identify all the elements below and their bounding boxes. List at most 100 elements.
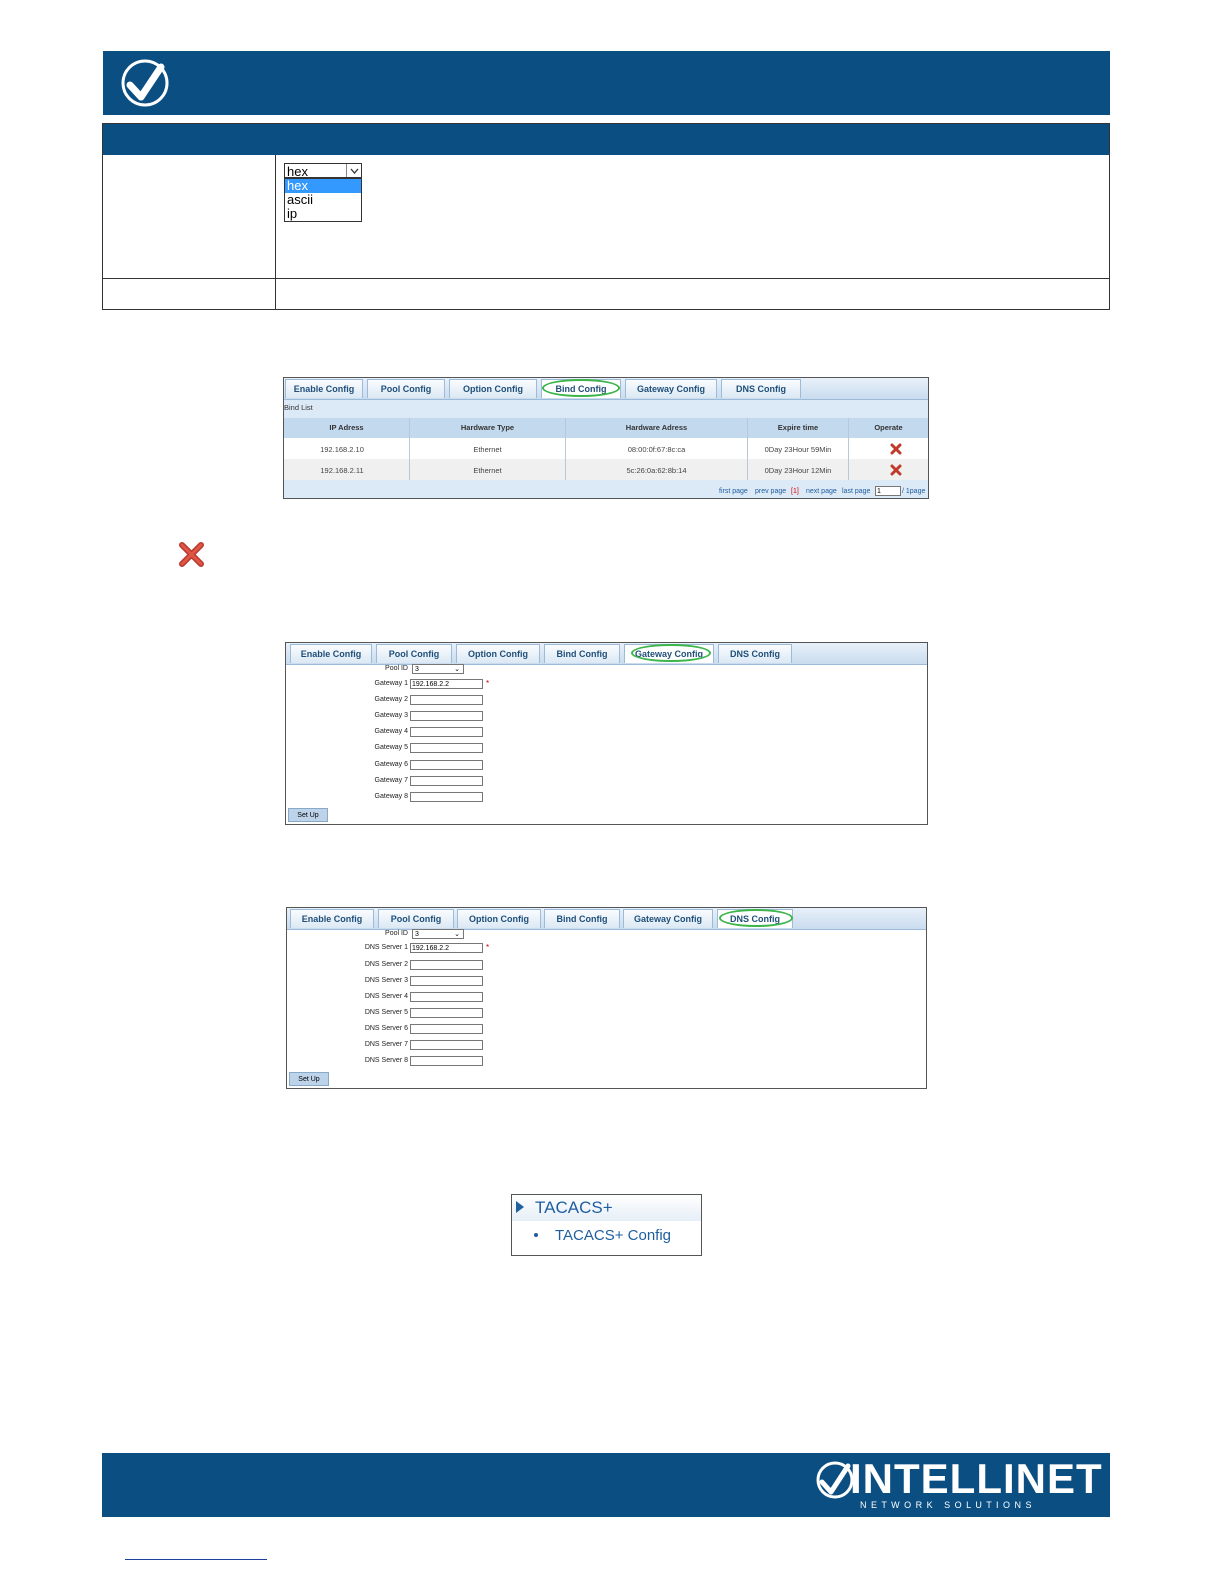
required-mark: * <box>486 943 490 952</box>
gateway-5-input[interactable] <box>410 743 483 753</box>
menu-item-tacacs-config[interactable]: TACACS+ Config <box>555 1227 671 1244</box>
pool-id-label: Pool ID <box>385 665 408 672</box>
set-up-button[interactable]: Set Up <box>288 808 328 822</box>
intellinet-logo-icon <box>816 1461 854 1499</box>
dns-server-3-input[interactable] <box>410 976 483 986</box>
tab-pool-config[interactable]: Pool Config <box>376 644 452 663</box>
dns-server-2-input[interactable] <box>410 960 483 970</box>
pool-id-select[interactable]: 3 ⌄ <box>412 664 464 674</box>
triangle-right-icon <box>516 1201 524 1213</box>
tab-option-config[interactable]: Option Config <box>457 909 541 928</box>
dns-server-2-label: DNS Server 2 <box>364 961 408 968</box>
gateway-6-label: Gateway 6 <box>374 761 408 768</box>
last-page-link[interactable]: last page <box>842 488 870 495</box>
gateway-config-panel: Enable Config Pool Config Option Config … <box>285 642 928 825</box>
cell-ip: 192.168.2.11 <box>320 466 364 475</box>
menu-section-tacacs[interactable]: TACACS+ <box>535 1198 613 1218</box>
tab-enable-config[interactable]: Enable Config <box>285 379 363 398</box>
dns-server-7-label: DNS Server 7 <box>364 1041 408 1048</box>
gateway-7-input[interactable] <box>410 776 483 786</box>
dns-server-6-label: DNS Server 6 <box>364 1025 408 1032</box>
tab-dns-config[interactable]: DNS Config <box>718 644 792 663</box>
first-page-link[interactable]: first page <box>719 488 748 495</box>
dns-server-6-input[interactable] <box>410 1024 483 1034</box>
highlight-ring <box>631 644 711 662</box>
tab-dns-config[interactable]: DNS Config <box>721 379 801 398</box>
dns-server-1-input[interactable]: 192.168.2.2 <box>410 943 483 953</box>
tab-enable-config[interactable]: Enable Config <box>290 909 374 928</box>
row-divider <box>103 278 1109 279</box>
option-ascii[interactable]: ascii <box>285 193 361 207</box>
pool-id-select[interactable]: 3 ⌄ <box>412 929 464 939</box>
delete-icon <box>179 542 204 567</box>
set-up-button[interactable]: Set Up <box>289 1072 329 1086</box>
tab-pool-config[interactable]: Pool Config <box>378 909 454 928</box>
column-header-hardware-address: Hardware Adress <box>625 423 688 432</box>
chevron-down-icon: ⌄ <box>454 931 460 938</box>
page-header-band <box>103 51 1110 115</box>
highlight-ring <box>719 909 793 927</box>
column-header-ip: IP Adress <box>329 423 364 432</box>
cell-ip: 192.168.2.10 <box>320 445 364 454</box>
option-hex[interactable]: hex <box>285 179 361 193</box>
cell-expire: 0Day 23Hour 12Min <box>764 466 832 475</box>
cell-expire: 0Day 23Hour 59Min <box>764 445 832 454</box>
dns-server-5-input[interactable] <box>410 1008 483 1018</box>
chevron-down-icon: ⌄ <box>454 666 460 673</box>
option-ip[interactable]: ip <box>285 207 361 221</box>
column-header-expire: Expire time <box>777 423 819 432</box>
cell-hardware-address: 08:00:0f:67:8c:ca <box>627 445 686 454</box>
parameter-table-header <box>103 124 1109 155</box>
tab-enable-config[interactable]: Enable Config <box>290 644 372 663</box>
type-select-value: hex <box>287 164 308 179</box>
bind-list-title: Bind List <box>284 403 313 412</box>
prev-page-link[interactable]: prev page <box>755 488 786 495</box>
tab-bind-config[interactable]: Bind Config <box>544 644 620 663</box>
pool-id-label: Pool ID <box>385 930 408 937</box>
dns-config-panel: Enable Config Pool Config Option Config … <box>286 907 927 1089</box>
dns-server-4-input[interactable] <box>410 992 483 1002</box>
cell-hardware-address: 5c:26:0a:62:8b:14 <box>626 466 687 475</box>
column-header-operate: Operate <box>874 423 903 432</box>
highlight-ring <box>542 379 620 397</box>
gateway-3-input[interactable] <box>410 711 483 721</box>
tab-option-config[interactable]: Option Config <box>449 379 537 398</box>
parameter-table <box>102 123 1110 310</box>
delete-icon[interactable] <box>890 464 902 476</box>
tab-bar: Enable Config Pool Config Option Config … <box>284 378 928 400</box>
page-number-input[interactable]: 1 <box>875 486 901 496</box>
gateway-2-label: Gateway 2 <box>374 696 408 703</box>
tab-gateway-config[interactable]: Gateway Config <box>623 909 713 928</box>
gateway-4-input[interactable] <box>410 727 483 737</box>
tab-pool-config[interactable]: Pool Config <box>367 379 445 398</box>
next-page-link[interactable]: next page <box>806 488 837 495</box>
type-select-options: hex ascii ip <box>284 178 362 222</box>
delete-icon[interactable] <box>890 443 902 455</box>
column-divider <box>275 155 276 309</box>
required-mark: * <box>486 679 490 688</box>
pool-id-value: 3 <box>415 666 419 673</box>
dns-server-3-label: DNS Server 3 <box>364 977 408 984</box>
page-total: / 1page <box>902 488 926 495</box>
chevron-down-icon[interactable] <box>346 164 362 177</box>
gateway-8-input[interactable] <box>410 792 483 802</box>
footer-link-underline <box>125 1559 267 1560</box>
tab-gateway-config[interactable]: Gateway Config <box>625 379 717 398</box>
gateway-1-label: Gateway 1 <box>374 680 408 687</box>
gateway-5-label: Gateway 5 <box>374 744 408 751</box>
gateway-1-input[interactable]: 192.168.2.2 <box>410 679 483 689</box>
gateway-2-input[interactable] <box>410 695 483 705</box>
pool-id-value: 3 <box>415 931 419 938</box>
tab-option-config[interactable]: Option Config <box>456 644 540 663</box>
tab-bar: Enable Config Pool Config Option Config … <box>287 908 926 930</box>
tab-bind-config[interactable]: Bind Config <box>544 909 620 928</box>
checkmark-logo-icon <box>121 59 169 107</box>
cell-hardware-type: Ethernet <box>473 466 502 475</box>
brand-tagline: N E T W O R K S O L U T I O N S <box>860 1500 1033 1510</box>
gateway-6-input[interactable] <box>410 760 483 770</box>
dns-server-8-input[interactable] <box>410 1056 483 1066</box>
gateway-4-label: Gateway 4 <box>374 728 408 735</box>
dns-server-7-input[interactable] <box>410 1040 483 1050</box>
current-page: [1] <box>791 488 799 495</box>
page-footer-band: INTELLINET N E T W O R K S O L U T I O N… <box>102 1453 1110 1517</box>
